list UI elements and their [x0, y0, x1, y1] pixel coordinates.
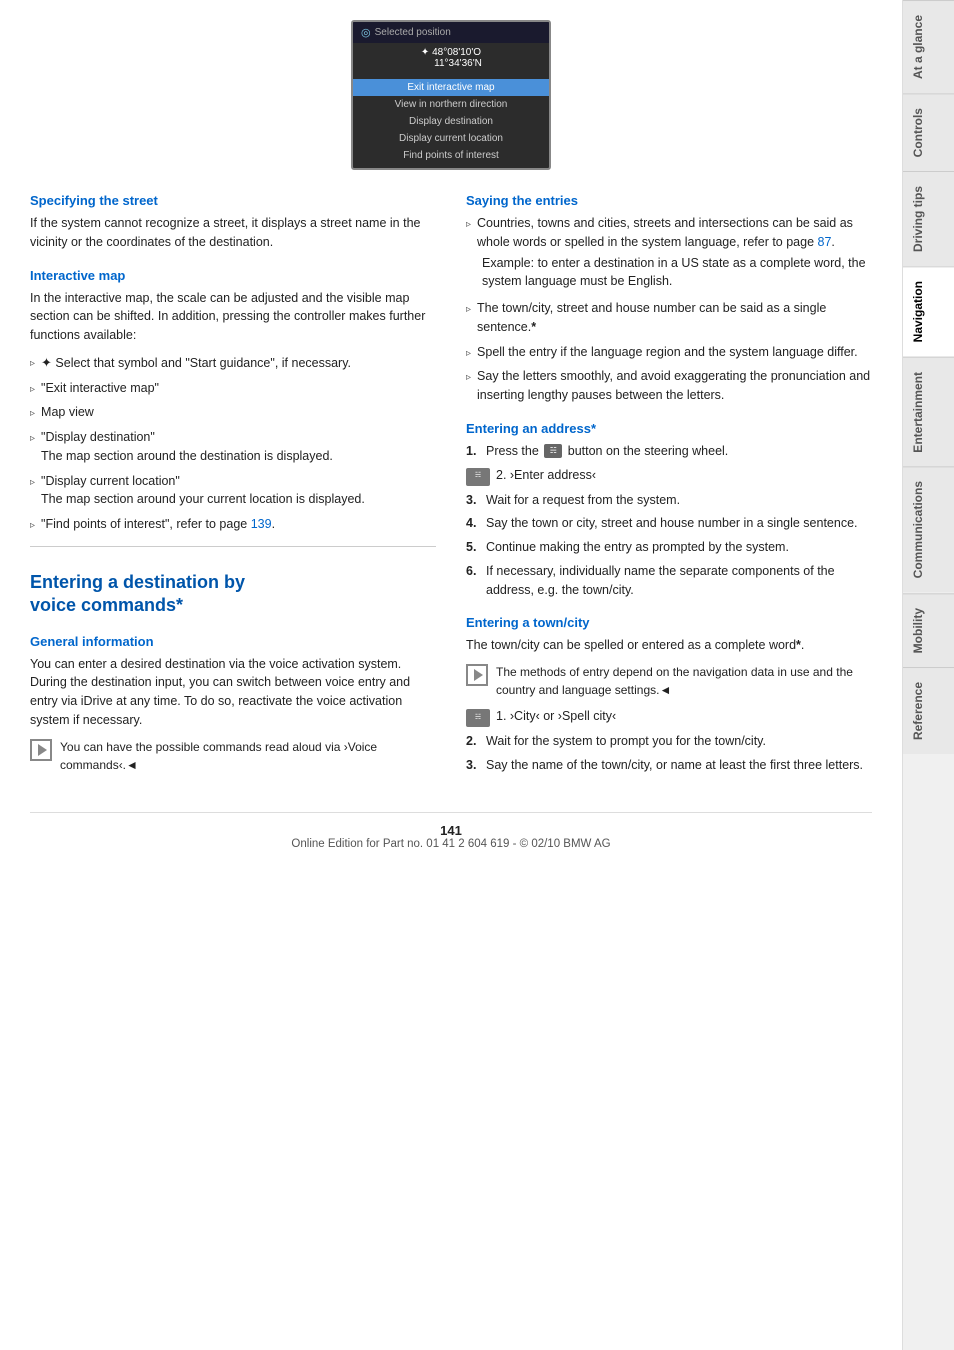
- right-column: Saying the entries ▹ Countries, towns an…: [466, 193, 872, 782]
- nav-menu-item-1[interactable]: View in northern direction: [353, 96, 549, 113]
- saying-arrow-2: ▹: [466, 302, 471, 317]
- nav-menu-item-2[interactable]: Display destination: [353, 113, 549, 130]
- tab-entertainment[interactable]: Entertainment: [903, 357, 954, 467]
- saying-entries-heading: Saying the entries: [466, 193, 872, 208]
- nav-screen-menu: Exit interactive map View in northern di…: [353, 75, 549, 168]
- saying-entries-bullets-2: ▹ The town/city, street and house number…: [466, 299, 872, 405]
- town-note-text: The methods of entry depend on the navig…: [496, 663, 872, 699]
- address-step-3: 3. Wait for a request from the system.: [466, 491, 872, 510]
- tab-mobility[interactable]: Mobility: [903, 593, 954, 667]
- interactive-map-heading: Interactive map: [30, 268, 436, 283]
- interactive-map-bullets: ▹ ✦ Select that symbol and "Start guidan…: [30, 353, 436, 534]
- general-info-heading: General information: [30, 634, 436, 649]
- nav-screen-widget: ◎ Selected position ✦ 48°08'10'O 11°34'3…: [351, 20, 551, 170]
- bullet-compass: ▹ ✦ Select that symbol and "Start guidan…: [30, 353, 436, 373]
- arrow-icon-2: ▹: [30, 406, 35, 421]
- specifying-street-body: If the system cannot recognize a street,…: [30, 214, 436, 252]
- bullet-find-poi: ▹ "Find points of interest", refer to pa…: [30, 515, 436, 534]
- nav-screen-coords: ✦ 48°08'10'O 11°34'36'N: [353, 43, 549, 75]
- nav-menu-item-4[interactable]: Find points of interest: [353, 147, 549, 164]
- saying-arrow-4: ▹: [466, 370, 471, 385]
- town-note-box: The methods of entry depend on the navig…: [466, 663, 872, 699]
- town-step-1-icon: ☵: [466, 709, 490, 727]
- nav-screenshot: ◎ Selected position ✦ 48°08'10'O 11°34'3…: [30, 20, 872, 173]
- page-footer: 141 Online Edition for Part no. 01 41 2 …: [30, 812, 872, 850]
- bullet-map-view: ▹ Map view: [30, 403, 436, 422]
- town-step-3: 3. Say the name of the town/city, or nam…: [466, 756, 872, 775]
- page-number: 141: [30, 823, 872, 838]
- link-139[interactable]: 139: [251, 517, 272, 531]
- town-step-1: ☵ 1. ›City‹ or ›Spell city‹: [466, 707, 872, 727]
- steering-wheel-button-icon: ☵: [544, 444, 562, 458]
- left-column: Specifying the street If the system cann…: [30, 193, 436, 782]
- address-step-5: 5. Continue making the entry as prompted…: [466, 538, 872, 557]
- note-text: You can have the possible commands read …: [60, 738, 436, 774]
- nav-screen-header: ◎ Selected position: [353, 22, 549, 43]
- footer-text: Online Edition for Part no. 01 41 2 604 …: [30, 838, 872, 850]
- saying-entries-bullets: ▹ Countries, towns and cities, streets a…: [466, 214, 872, 252]
- bullet-display-dest: ▹ "Display destination"The map section a…: [30, 428, 436, 466]
- town-note-triangle-icon: [466, 664, 488, 686]
- saying-bullet-4: ▹ Say the letters smoothly, and avoid ex…: [466, 367, 872, 405]
- tab-driving-tips[interactable]: Driving tips: [903, 171, 954, 266]
- saying-example: Example: to enter a destination in a US …: [482, 254, 872, 292]
- tab-reference[interactable]: Reference: [903, 667, 954, 754]
- saying-bullet-2: ▹ The town/city, street and house number…: [466, 299, 872, 337]
- address-step-4: 4. Say the town or city, street and hous…: [466, 514, 872, 533]
- arrow-icon-4: ▹: [30, 475, 35, 490]
- divider: [30, 546, 436, 547]
- entering-destination-heading: Entering a destination byvoice commands*: [30, 571, 436, 618]
- link-87[interactable]: 87: [818, 235, 832, 249]
- saying-arrow-3: ▹: [466, 346, 471, 361]
- bullet-display-loc: ▹ "Display current location"The map sect…: [30, 472, 436, 510]
- interactive-map-body: In the interactive map, the scale can be…: [30, 289, 436, 345]
- address-step-1: 1. Press the ☵ button on the steering wh…: [466, 442, 872, 461]
- sidebar: At a glance Controls Driving tips Naviga…: [902, 0, 954, 1350]
- voice-commands-note: You can have the possible commands read …: [30, 738, 436, 774]
- saying-bullet-1: ▹ Countries, towns and cities, streets a…: [466, 214, 872, 252]
- arrow-icon-1: ▹: [30, 382, 35, 397]
- tab-navigation[interactable]: Navigation: [903, 266, 954, 356]
- entering-address-steps: 1. Press the ☵ button on the steering wh…: [466, 442, 872, 600]
- arrow-icon-0: ▹: [30, 356, 35, 371]
- bullet-exit-map: ▹ "Exit interactive map": [30, 379, 436, 398]
- entering-town-heading: Entering a town/city: [466, 615, 872, 630]
- town-note-inner-triangle: [474, 669, 483, 681]
- note-inner-triangle: [38, 744, 47, 756]
- entering-town-body: The town/city can be spelled or entered …: [466, 636, 872, 655]
- saying-bullet-3: ▹ Spell the entry if the language region…: [466, 343, 872, 362]
- general-info-body: You can enter a desired destination via …: [30, 655, 436, 730]
- note-triangle-icon: [30, 739, 52, 761]
- address-step-2: ☵ 2. ›Enter address‹: [466, 466, 872, 486]
- nav-menu-item-3[interactable]: Display current location: [353, 130, 549, 147]
- nav-menu-item-0[interactable]: Exit interactive map: [353, 79, 549, 96]
- entering-town-steps: ☵ 1. ›City‹ or ›Spell city‹ 2. Wait for …: [466, 707, 872, 775]
- arrow-icon-3: ▹: [30, 431, 35, 446]
- entering-address-heading: Entering an address*: [466, 421, 872, 436]
- saying-arrow-1: ▹: [466, 217, 471, 232]
- town-step-2: 2. Wait for the system to prompt you for…: [466, 732, 872, 751]
- specifying-street-heading: Specifying the street: [30, 193, 436, 208]
- tab-communications[interactable]: Communications: [903, 466, 954, 592]
- tab-at-a-glance[interactable]: At a glance: [903, 0, 954, 93]
- address-step-6: 6. If necessary, individually name the s…: [466, 562, 872, 600]
- step-2-icon: ☵: [466, 468, 490, 486]
- arrow-icon-5: ▹: [30, 518, 35, 533]
- tab-controls[interactable]: Controls: [903, 93, 954, 171]
